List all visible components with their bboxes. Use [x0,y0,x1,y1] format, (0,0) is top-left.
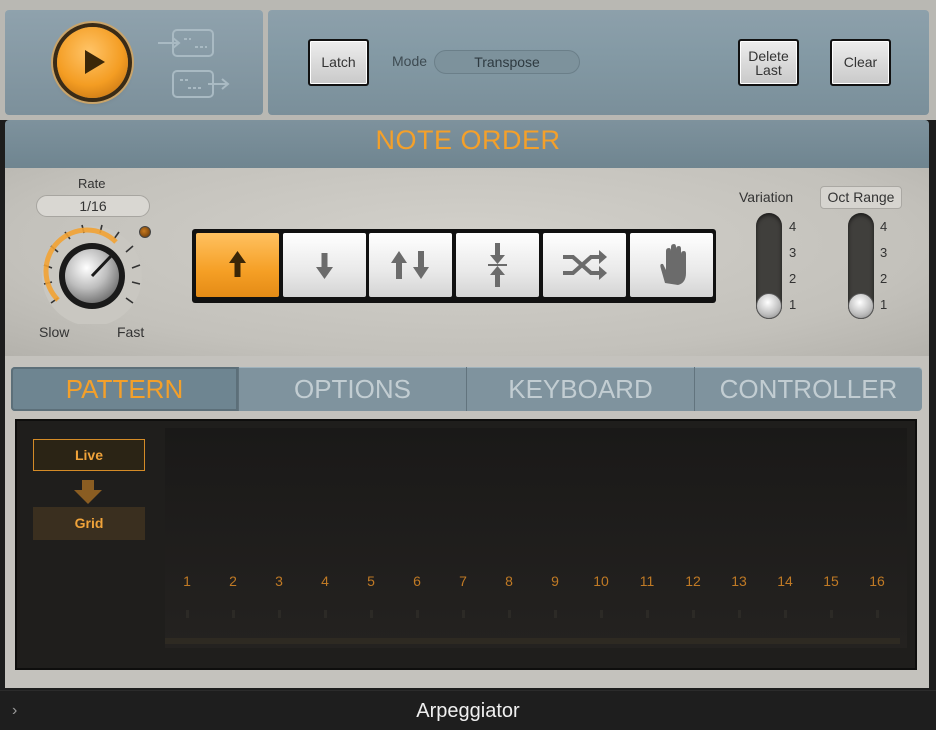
step-number: 3 [275,573,283,589]
step-grid[interactable] [165,428,907,648]
delete-last-line2: Last [755,62,782,78]
tab-pattern[interactable]: PATTERN [11,367,239,411]
rate-value-field[interactable]: 1/16 [36,195,150,217]
mode-select[interactable]: Transpose [434,50,580,74]
step-grid-base [165,638,900,644]
oct-range-scale-3: 3 [880,245,888,260]
arrows-converge-icon [488,243,507,287]
arrow-down-icon [316,253,333,279]
oct-range-scale-4: 4 [880,219,888,234]
oct-range-scale-2: 2 [880,271,888,286]
order-as-played-button[interactable] [630,233,713,297]
step-tick [876,610,879,618]
step-tick [646,610,649,618]
clear-button[interactable]: Clear [830,39,891,86]
variation-slider-thumb[interactable] [756,293,782,319]
step-number: 4 [321,573,329,589]
step-tick [186,610,189,618]
rate-knob[interactable] [36,220,148,324]
step-tick [278,610,281,618]
order-converge-button[interactable] [456,233,539,297]
step-number: 12 [685,573,701,589]
step-tick [508,610,511,618]
grid-button[interactable]: Grid [33,507,145,540]
variation-label: Variation [739,189,794,205]
tab-keyboard[interactable]: KEYBOARD [467,367,695,411]
step-number: 9 [551,573,559,589]
hand-icon [660,244,686,285]
step-tick [692,610,695,618]
step-tick [600,610,603,618]
plugin-title: Arpeggiator [416,700,520,722]
step-number: 16 [869,573,885,589]
live-button[interactable]: Live [33,439,145,471]
rate-label: Rate [78,176,106,191]
variation-scale-1: 1 [789,297,797,312]
oct-range-label: Oct Range [820,186,902,209]
order-up-down-button[interactable] [369,233,452,297]
step-number: 5 [367,573,375,589]
rate-fast-label: Fast [117,324,145,340]
delete-last-button[interactable]: Delete Last [738,39,799,86]
step-tick [462,610,465,618]
oct-range-scale-1: 1 [880,297,888,312]
step-tick [324,610,327,618]
step-number: 10 [593,573,609,589]
step-tick [784,610,787,618]
arrows-up-down-icon [391,251,429,279]
rate-sync-led [139,226,151,238]
step-number: 8 [505,573,513,589]
order-random-button[interactable] [543,233,626,297]
play-icon [85,50,105,74]
mode-label: Mode [392,53,428,69]
play-button[interactable] [57,27,128,98]
note-order-title: NOTE ORDER [375,125,561,155]
variation-scale-4: 4 [789,219,797,234]
variation-scale-3: 3 [789,245,797,260]
step-number: 1 [183,573,191,589]
step-tick [830,610,833,618]
step-tick [738,610,741,618]
step-tick [554,610,557,618]
step-number: 2 [229,573,237,589]
order-up-button[interactable] [196,233,279,297]
step-number: 13 [731,573,747,589]
rate-slow-label: Slow [39,324,70,340]
order-down-button[interactable] [283,233,366,297]
step-tick [370,610,373,618]
shuffle-icon [563,250,607,280]
variation-scale-2: 2 [789,271,797,286]
step-number: 7 [459,573,467,589]
step-number: 11 [639,573,655,589]
live-to-grid-arrow-icon [74,480,102,504]
step-number: 15 [823,573,839,589]
arrow-up-icon [229,251,246,277]
tab-options[interactable]: OPTIONS [239,367,467,411]
step-tick [416,610,419,618]
oct-range-slider-thumb[interactable] [848,293,874,319]
step-tick [232,610,235,618]
delete-last-line1: Delete [748,48,789,64]
step-number: 14 [777,573,793,589]
midi-input-icon[interactable] [157,27,215,59]
latch-button[interactable]: Latch [308,39,369,86]
tab-controller[interactable]: CONTROLLER [695,367,922,411]
midi-output-icon[interactable] [172,68,230,100]
step-number: 6 [413,573,421,589]
